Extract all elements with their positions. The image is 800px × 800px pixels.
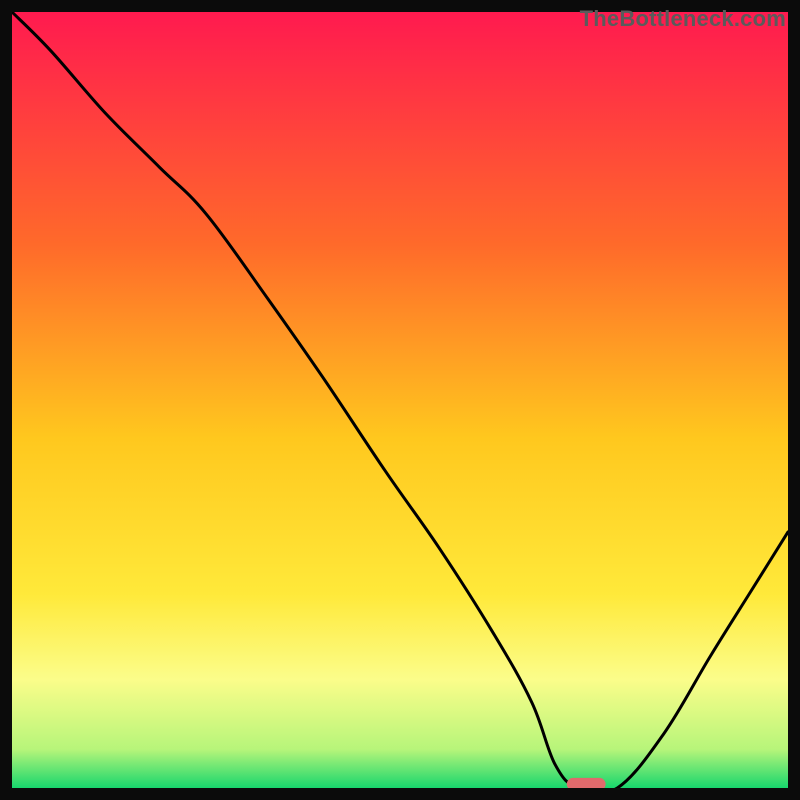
watermark-text: TheBottleneck.com bbox=[580, 6, 786, 32]
bottleneck-chart bbox=[0, 0, 800, 800]
chart-background bbox=[12, 12, 788, 788]
chart-container: TheBottleneck.com bbox=[0, 0, 800, 800]
